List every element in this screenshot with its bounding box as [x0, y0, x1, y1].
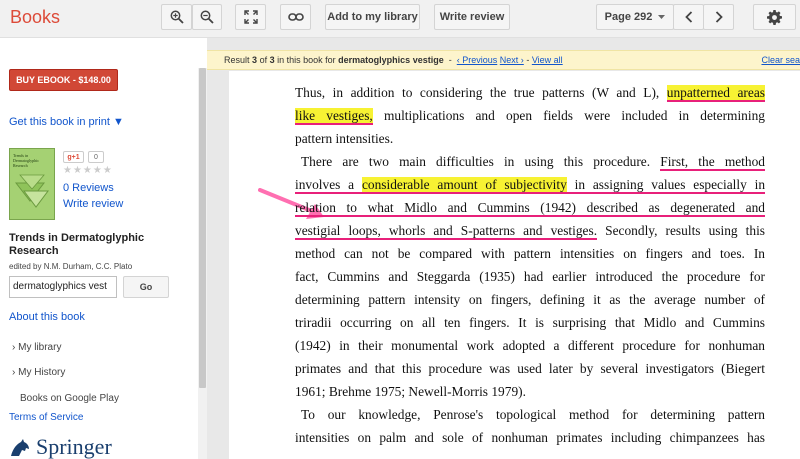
- next-page-button[interactable]: [703, 4, 734, 30]
- google-plus-count: 0: [88, 151, 104, 163]
- zoom-in-icon: [170, 10, 184, 24]
- zoom-in-button[interactable]: [161, 4, 192, 30]
- terms-of-service-link[interactable]: Terms of Service: [9, 412, 83, 423]
- underlined-text: relation to what Midlo and Cummins (1942…: [295, 200, 765, 217]
- books-logo[interactable]: Books: [10, 7, 60, 28]
- result-separator: -: [526, 55, 530, 65]
- sidebar-scrollbar[interactable]: [198, 68, 207, 459]
- link-icon: [287, 13, 304, 21]
- page-label: Page 292: [604, 11, 653, 23]
- link-button[interactable]: [280, 4, 311, 30]
- my-library-link[interactable]: › My library: [12, 342, 61, 353]
- chevron-left-icon: [684, 11, 692, 23]
- text-line: There are two main difficulties in using…: [295, 150, 765, 173]
- top-toolbar: Books Add to my library Write review Pag…: [0, 0, 800, 38]
- text-span: Thus, in addition to considering the tru…: [295, 85, 667, 100]
- underlined-text: vestigial loops, whorls and S-patterns a…: [295, 223, 598, 240]
- settings-button[interactable]: [753, 4, 796, 30]
- result-of: of: [259, 55, 268, 65]
- clear-search-link[interactable]: Clear sea: [761, 51, 800, 69]
- highlighted-text: like vestiges,: [295, 108, 373, 125]
- book-page[interactable]: Thus, in addition to considering the tru…: [229, 71, 800, 459]
- text-line: determining pattern intensity on fingers…: [295, 292, 765, 307]
- text-line: triradii occurring on all ten fingers. I…: [295, 315, 765, 330]
- zoom-out-icon: [200, 10, 214, 24]
- text-span: There are two main difficulties in using…: [301, 154, 661, 169]
- go-button[interactable]: Go: [123, 276, 169, 298]
- text-line: relation to what Midlo and Cummins (1942…: [295, 196, 765, 219]
- result-total: 3: [269, 55, 275, 65]
- dropdown-icon: [658, 15, 666, 19]
- result-dash: -: [448, 55, 452, 65]
- text-line: method can not be compared with pattern …: [295, 246, 765, 261]
- text-line: primates and that this procedure was use…: [295, 361, 765, 376]
- highlighted-text: considerable amount of subjectivity: [361, 177, 567, 194]
- publisher-logo[interactable]: Springer: [9, 434, 112, 459]
- about-this-book-link[interactable]: About this book: [9, 311, 85, 323]
- google-play-link[interactable]: Books on Google Play: [20, 393, 119, 404]
- fullscreen-button[interactable]: [235, 4, 266, 30]
- underlined-text: involves a: [295, 177, 362, 194]
- search-result-bar: Result 3 of 3 in this book for dermatogl…: [207, 50, 800, 70]
- reader-pane: Result 3 of 3 in this book for dermatogl…: [207, 38, 800, 459]
- google-plus-button[interactable]: g+1: [63, 151, 84, 163]
- result-in-book: in this book for: [277, 55, 336, 65]
- text-line: involves a considerable amount of subjec…: [295, 173, 766, 196]
- page-select[interactable]: Page 292: [596, 4, 674, 30]
- rating-stars: ★★★★★: [63, 165, 113, 176]
- next-result-link[interactable]: Next ›: [500, 55, 524, 65]
- highlighted-text: unpatterned areas: [666, 85, 765, 102]
- text-line: 1961; Brehme 1975; Newell-Morris 1979).: [295, 384, 526, 399]
- underlined-text: First, the method: [660, 154, 765, 171]
- zoom-out-button[interactable]: [192, 4, 222, 30]
- buy-ebook-button[interactable]: BUY EBOOK - $148.00: [9, 69, 118, 91]
- previous-page-button[interactable]: [673, 4, 704, 30]
- search-in-book-input[interactable]: dermatoglyphics vest: [9, 276, 117, 298]
- result-prefix: Result: [224, 55, 250, 65]
- book-cover[interactable]: Trends in Dermatoglyphic Research: [9, 148, 55, 220]
- sidebar-write-review-link[interactable]: Write review: [63, 198, 123, 210]
- chevron-right-icon: [715, 11, 723, 23]
- left-sidebar: BUY EBOOK - $148.00 Get this book in pri…: [0, 38, 207, 459]
- text-line: pattern intensities.: [295, 131, 394, 146]
- text-line: intensities on palm and sole of nonhuman…: [295, 430, 765, 445]
- springer-horse-icon: [11, 439, 29, 456]
- cover-art: [14, 174, 49, 208]
- get-in-print-link[interactable]: Get this book in print ▼: [9, 116, 124, 128]
- write-review-button[interactable]: Write review: [434, 4, 510, 30]
- text-line: Thus, in addition to considering the tru…: [295, 81, 765, 104]
- text-line: To our knowledge, Penrose's topological …: [301, 407, 765, 422]
- page-text: Thus, in addition to considering the tru…: [295, 81, 766, 449]
- book-title: Trends in Dermatoglyphic Research: [9, 232, 145, 257]
- text-line: (1942) in their monumental work adopted …: [295, 338, 765, 353]
- publisher-name: Springer: [36, 434, 112, 459]
- text-line: like vestiges, multiplications and open …: [295, 104, 765, 127]
- view-all-link[interactable]: View all: [532, 55, 563, 65]
- add-to-library-button[interactable]: Add to my library: [325, 4, 420, 30]
- result-query: dermatoglyphics vestige: [338, 55, 444, 65]
- underlined-text: in assigning values especially in: [566, 177, 766, 194]
- sidebar-scrollbar-thumb[interactable]: [199, 68, 206, 388]
- text-line: vestigial loops, whorls and S-patterns a…: [295, 219, 765, 242]
- gear-icon: [767, 9, 782, 25]
- text-span: Secondly, results using this: [597, 223, 766, 238]
- result-current: 3: [252, 55, 258, 65]
- reviews-link[interactable]: 0 Reviews: [63, 182, 114, 194]
- text-span: multiplications and open fields were inc…: [372, 108, 765, 123]
- book-editors: edited by N.M. Durham, C.C. Plato: [9, 262, 133, 271]
- fullscreen-icon: [243, 10, 258, 24]
- text-line: fact, Cummins and Steggarda (1935) had e…: [295, 269, 765, 284]
- my-history-link[interactable]: › My History: [12, 367, 65, 378]
- previous-result-link[interactable]: ‹ Previous: [457, 55, 498, 65]
